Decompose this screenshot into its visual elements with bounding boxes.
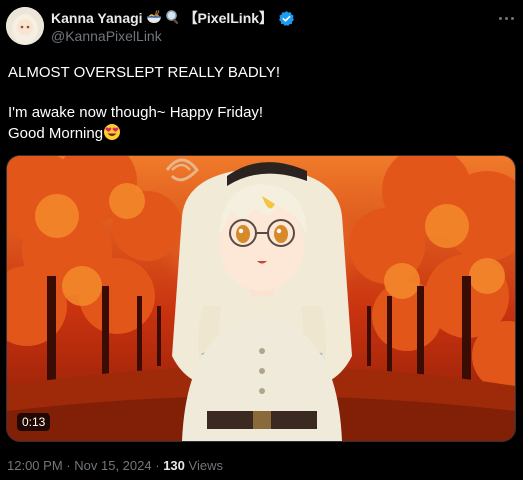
magnifying-glass-emoji [165, 9, 181, 28]
avatar[interactable] [6, 7, 44, 45]
noodle-bowl-emoji [146, 9, 162, 28]
tweet-line-2: I'm awake now though~ Happy Friday! [8, 104, 264, 121]
author-display-name[interactable]: Kanna Yanagi [51, 10, 143, 26]
video-player[interactable]: 0:13 [6, 155, 516, 442]
tweet-text: ALMOST OVERSLEPT REALLY BADLY! I'm awake… [8, 63, 513, 147]
author-name-suffix[interactable]: 【PixelLink】 [184, 8, 273, 28]
tweet-date[interactable]: Nov 15, 2024 [74, 458, 151, 473]
meta-separator-2: · [155, 458, 160, 473]
tweet-line-1: ALMOST OVERSLEPT REALLY BADLY! [8, 64, 281, 81]
views-label: Views [188, 458, 223, 473]
tweet-time[interactable]: 12:00 PM [7, 458, 63, 473]
heart-eyes-emoji [103, 123, 121, 147]
views-count: 130 [163, 458, 185, 473]
more-horizontal-icon [498, 16, 502, 20]
meta-separator: · [66, 458, 71, 473]
author-handle[interactable]: @KannaPixelLink [51, 28, 162, 44]
video-thumbnail [7, 156, 515, 441]
tweet-line-3: Good Morning [8, 123, 513, 147]
more-options-button[interactable] [494, 8, 518, 28]
verified-badge-icon [278, 10, 295, 27]
tweet-meta: 12:00 PM · Nov 15, 2024 · 130 Views [7, 458, 223, 473]
tweet-line-3-text: Good Morning [8, 125, 104, 142]
video-duration-badge: 0:13 [17, 413, 51, 431]
author-name-row[interactable]: Kanna Yanagi 【PixelLink】 [51, 9, 295, 27]
